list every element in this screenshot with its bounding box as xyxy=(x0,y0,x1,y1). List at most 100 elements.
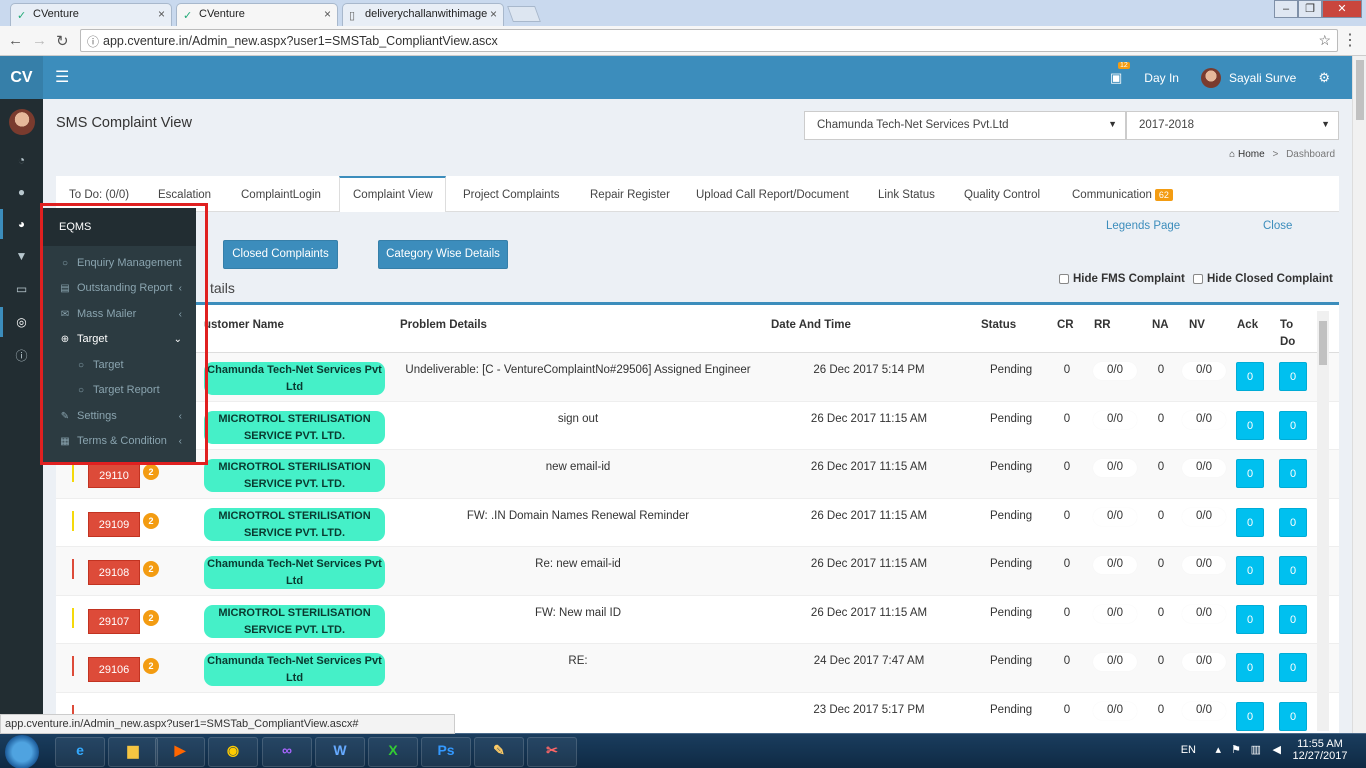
category-wise-details-button[interactable]: Category Wise Details xyxy=(378,240,508,269)
menu-subitem-target-report[interactable]: ○ Target Report xyxy=(43,378,196,402)
closed-complaints-button[interactable]: Closed Complaints xyxy=(223,240,338,269)
folder-icon[interactable]: ▆ xyxy=(108,737,158,767)
tray-arrow-icon[interactable]: ▴ xyxy=(1215,743,1221,756)
scroll-thumb[interactable] xyxy=(1319,321,1327,365)
notifications-button[interactable]: ▣ 12 xyxy=(1110,61,1130,86)
customer-name-pill[interactable]: MICROTROL STERILISATION SERVICE PVT. LTD. xyxy=(204,410,385,444)
photoshop-icon[interactable]: Ps xyxy=(421,737,471,767)
tab-to-do[interactable]: To Do: (0/0) xyxy=(69,176,129,212)
app-logo[interactable]: CV xyxy=(0,56,43,99)
tab-close-icon[interactable]: × xyxy=(324,7,331,21)
new-tab-button[interactable] xyxy=(507,6,541,22)
scroll-thumb[interactable] xyxy=(1356,60,1364,120)
ack-button[interactable]: 0 xyxy=(1236,362,1264,391)
todo-button[interactable]: 0 xyxy=(1279,701,1307,731)
settings-gears-icon[interactable]: ⚙ xyxy=(1318,70,1330,86)
hide-fms-checkbox[interactable]: Hide FMS Complaint xyxy=(1059,273,1185,285)
complaint-id-button[interactable]: 29107 xyxy=(88,608,140,634)
user-menu[interactable]: Sayali Surve xyxy=(1200,67,1296,88)
chrome-icon[interactable]: ◉ xyxy=(208,737,258,767)
legends-page-link[interactable]: Legends Page xyxy=(1106,220,1180,232)
menu-item-mass-mailer[interactable]: ✉ Mass Mailer ‹ xyxy=(43,302,196,326)
language-indicator[interactable]: EN xyxy=(1181,744,1196,756)
todo-button[interactable]: 0 xyxy=(1279,604,1307,634)
complaint-id-button[interactable]: 29108 xyxy=(88,560,140,585)
clock[interactable]: 11:55 AM 12/27/2017 xyxy=(1292,738,1348,762)
customer-name-pill[interactable]: Chamunda Tech-Net Services Pvt Ltd xyxy=(204,653,385,686)
url-input[interactable]: ⓘ app.cventure.in/Admin_new.aspx?user1=S… xyxy=(80,29,1338,52)
back-icon[interactable]: ← xyxy=(8,32,23,49)
menu-subitem-target[interactable]: ○ Target xyxy=(43,353,196,377)
tab-link-status[interactable]: Link Status xyxy=(878,176,935,212)
volume-icon[interactable]: ◀ xyxy=(1273,743,1281,756)
tab-close-icon[interactable]: × xyxy=(158,7,165,21)
day-in-button[interactable]: Day In xyxy=(1144,71,1179,85)
table-scrollbar[interactable] xyxy=(1317,311,1329,731)
ack-button[interactable]: 0 xyxy=(1236,653,1264,682)
ack-button[interactable]: 0 xyxy=(1236,459,1264,488)
browser-tab[interactable]: ✓ CVenture × xyxy=(10,3,172,26)
todo-button[interactable]: 0 xyxy=(1279,459,1307,488)
customer-name-pill[interactable]: MICROTROL STERILISATION SERVICE PVT. LTD. xyxy=(204,604,385,638)
menu-item-settings[interactable]: ✎ Settings ‹ xyxy=(43,404,196,428)
customer-name-pill[interactable]: MICROTROL STERILISATION SERVICE PVT. LTD. xyxy=(204,507,385,541)
network-icon[interactable]: ▥ xyxy=(1251,743,1261,756)
cart-icon[interactable]: ▼ xyxy=(0,249,43,263)
bookmark-star-icon[interactable]: ☆ xyxy=(1318,32,1331,49)
ack-button[interactable]: 0 xyxy=(1236,410,1264,440)
minimize-icon[interactable]: – xyxy=(1274,0,1298,18)
tab-complaint-view[interactable]: Complaint View xyxy=(339,176,446,213)
tab-close-icon[interactable]: × xyxy=(490,7,497,21)
window-close-icon[interactable]: ✕ xyxy=(1322,0,1362,18)
snipping-tool-icon[interactable]: ✂ xyxy=(527,737,577,767)
year-select[interactable]: 2017-2018 ▼ xyxy=(1126,111,1339,140)
paint-icon[interactable]: ✎ xyxy=(474,737,524,767)
word-icon[interactable]: W xyxy=(315,737,365,767)
ie-icon[interactable]: e xyxy=(55,737,105,767)
todo-button[interactable]: 0 xyxy=(1279,556,1307,585)
menu-item-outstanding-report[interactable]: ▤ Outstanding Report ‹ xyxy=(43,276,196,300)
maximize-icon[interactable]: ❐ xyxy=(1298,0,1322,18)
browser-menu-icon[interactable]: ⋮ xyxy=(1342,30,1358,50)
hide-closed-checkbox[interactable]: Hide Closed Complaint xyxy=(1193,273,1333,285)
customer-name-pill[interactable]: MICROTROL STERILISATION SERVICE PVT. LTD. xyxy=(204,459,385,492)
company-select[interactable]: Chamunda Tech-Net Services Pvt.Ltd ▼ xyxy=(804,111,1126,140)
lifebuoy-icon[interactable]: ◎ xyxy=(0,315,43,329)
browser-tab[interactable]: ▯ deliverychallanwithimage × xyxy=(342,3,504,26)
customer-name-pill[interactable]: Chamunda Tech-Net Services Pvt Ltd xyxy=(204,362,385,395)
hamburger-menu-icon[interactable]: ☰ xyxy=(55,67,69,87)
excel-icon[interactable]: X xyxy=(368,737,418,767)
visual-studio-icon[interactable]: ∞ xyxy=(262,737,312,767)
media-player-icon[interactable]: ▶ xyxy=(155,737,205,767)
tab-repair-register[interactable]: Repair Register xyxy=(590,176,670,212)
ack-button[interactable]: 0 xyxy=(1236,701,1264,731)
customer-name-pill[interactable]: Chamunda Tech-Net Services Pvt Ltd xyxy=(204,556,385,589)
breadcrumb-home[interactable]: Home xyxy=(1238,149,1265,160)
todo-button[interactable]: 0 xyxy=(1279,507,1307,537)
tab-communication[interactable]: Communication 62 xyxy=(1072,176,1173,212)
ack-button[interactable]: 0 xyxy=(1236,556,1264,585)
complaint-id-button[interactable]: 29106 xyxy=(88,657,140,682)
close-link[interactable]: Close xyxy=(1263,220,1292,232)
complaint-id-button[interactable]: 29109 xyxy=(88,511,140,537)
flag-icon[interactable]: ⚑ xyxy=(1231,743,1241,756)
menu-item-terms-condition[interactable]: ▦ Terms & Condition ‹ xyxy=(43,429,196,453)
user-icon[interactable]: ● xyxy=(0,185,43,199)
tab-project-complaints[interactable]: Project Complaints xyxy=(463,176,560,212)
reload-icon[interactable]: ↻ xyxy=(56,32,69,50)
browser-tab-active[interactable]: ✓ CVenture × xyxy=(176,3,338,26)
ack-button[interactable]: 0 xyxy=(1236,507,1264,537)
tab-upload-call-report[interactable]: Upload Call Report/Document xyxy=(696,176,849,212)
forward-icon[interactable]: → xyxy=(32,32,47,49)
start-button[interactable] xyxy=(5,735,39,768)
todo-button[interactable]: 0 xyxy=(1279,362,1307,391)
ack-button[interactable]: 0 xyxy=(1236,604,1264,634)
tab-escalation[interactable]: Escalation xyxy=(158,176,211,212)
complaint-id-button[interactable]: 29110 xyxy=(88,463,140,488)
credit-card-icon[interactable]: ▭ xyxy=(0,282,43,296)
tab-complaint-login[interactable]: ComplaintLogin xyxy=(241,176,321,212)
info-circle-icon[interactable]: ⓘ xyxy=(0,347,43,364)
todo-button[interactable]: 0 xyxy=(1279,410,1307,440)
todo-button[interactable]: 0 xyxy=(1279,653,1307,682)
sidebar-avatar[interactable] xyxy=(9,109,35,135)
